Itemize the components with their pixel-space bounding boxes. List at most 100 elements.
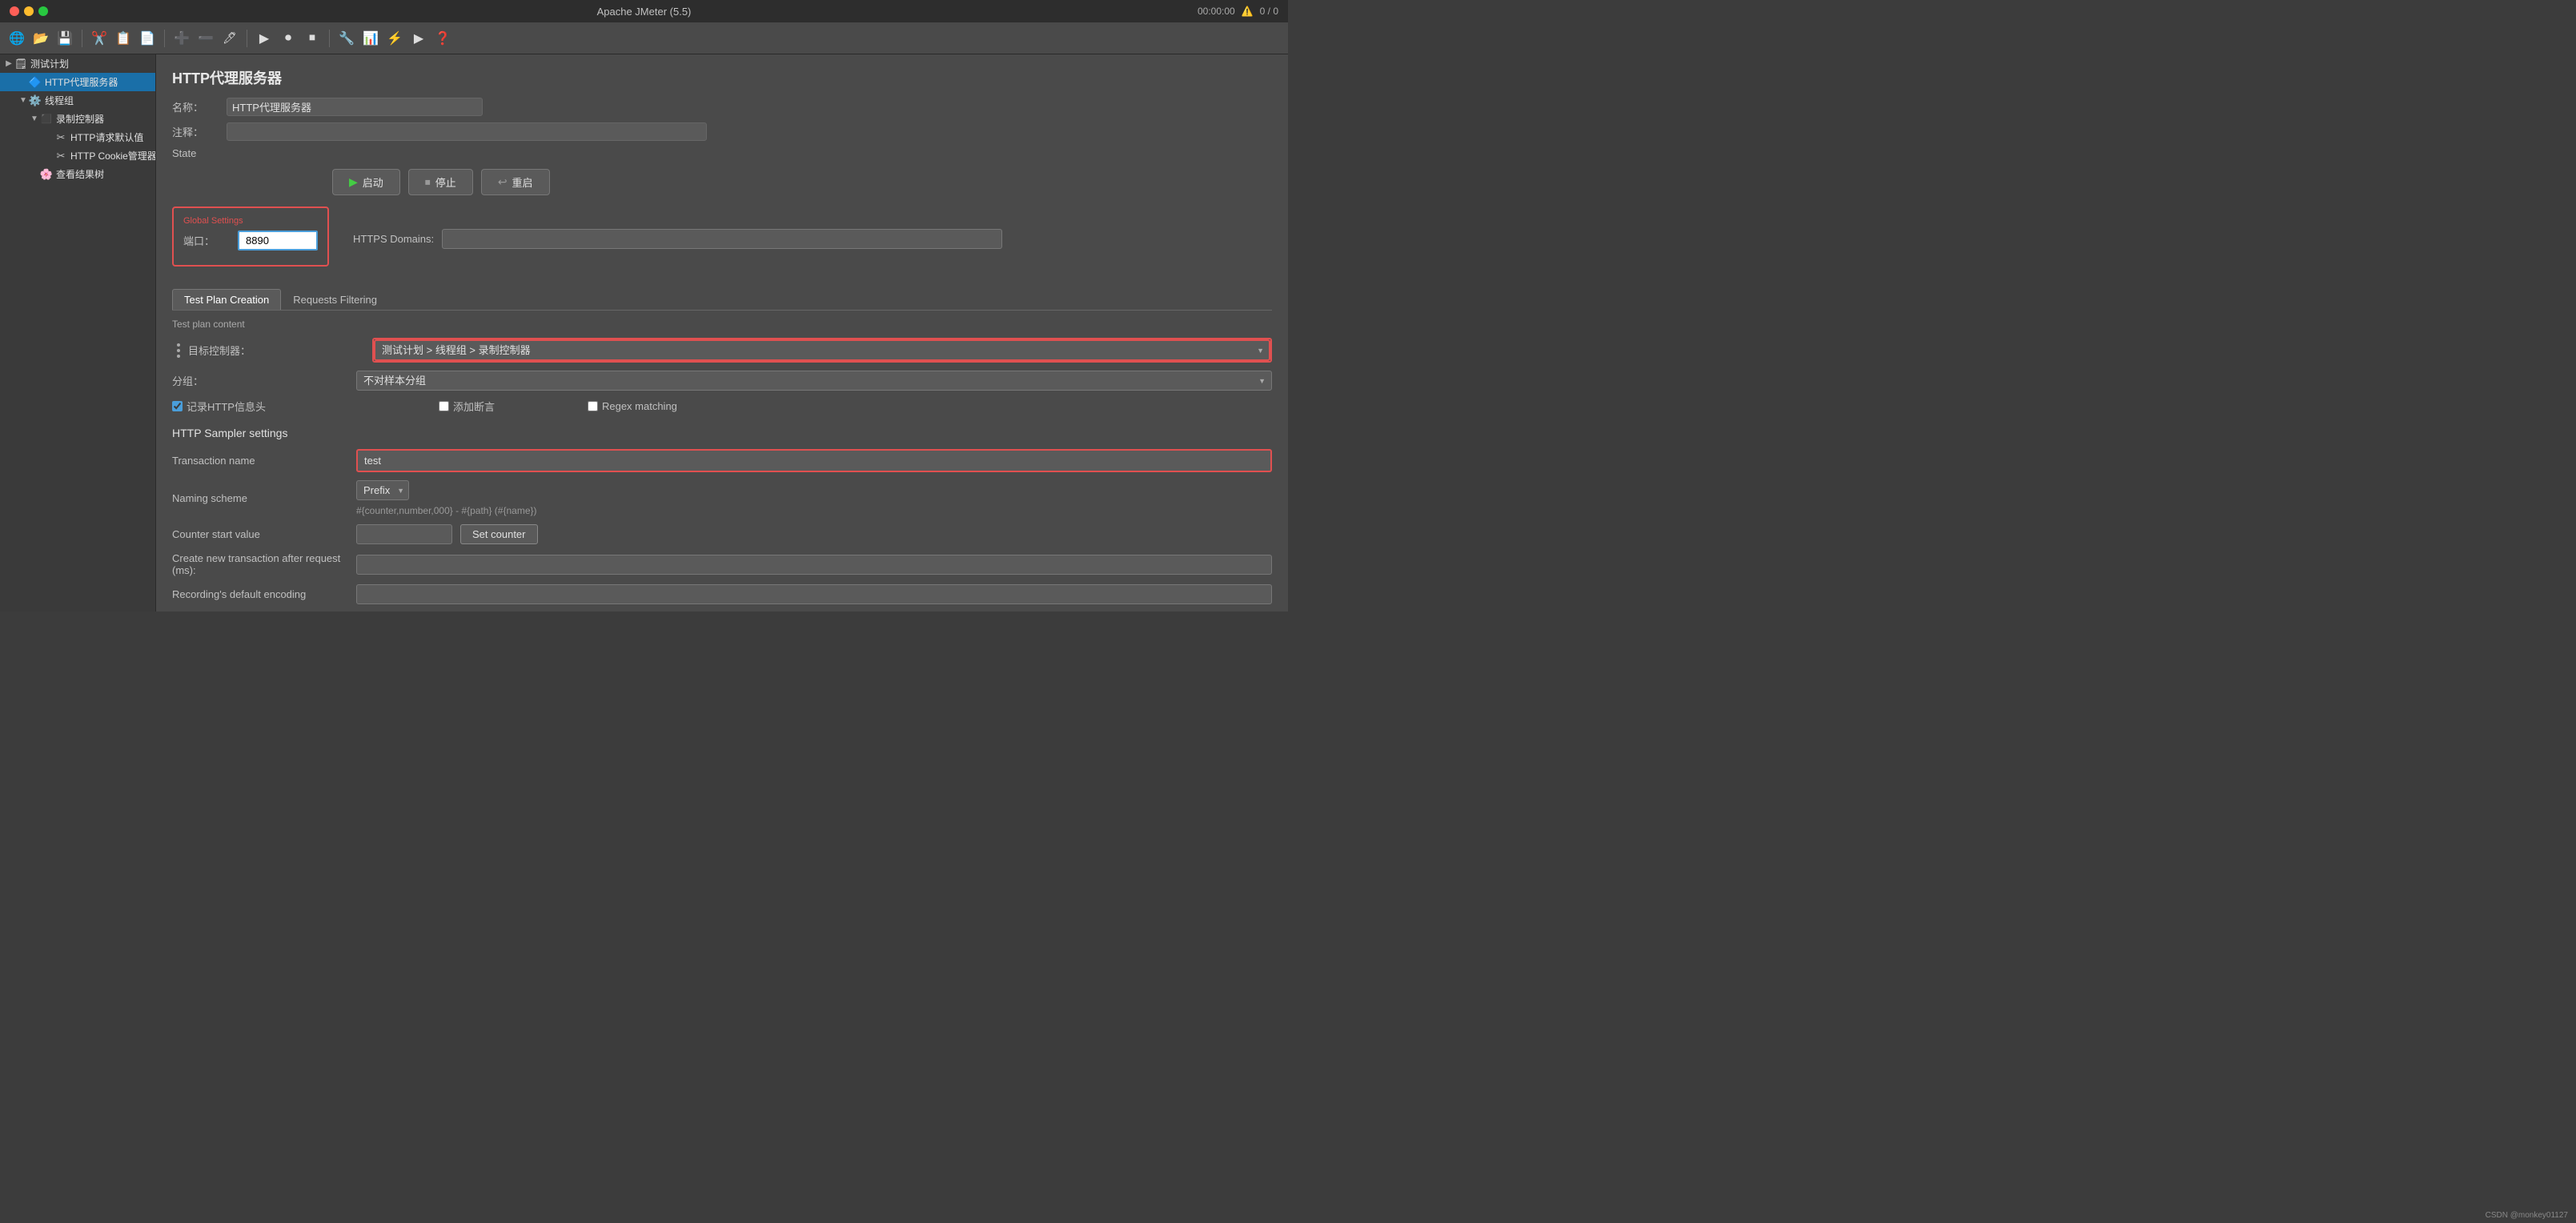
regex-matching-item: Regex matching: [588, 400, 677, 412]
sidebar-label-view-results: 查看结果树: [56, 167, 104, 181]
main-layout: ▶ 🗒 测试计划 🔷 HTTP代理服务器 ▼ ⚙️ 线程组 ▼ ⬛ 录制控制器 …: [0, 54, 1288, 612]
toolbar-icon-paste[interactable]: 📄: [137, 28, 158, 49]
close-button[interactable]: [10, 6, 19, 16]
global-settings-box: Global Settings 端口：: [172, 207, 329, 267]
tree-arrow-recording-ctrl: ▼: [29, 114, 40, 125]
toolbar-icon-record[interactable]: ⏺: [278, 28, 299, 49]
record-http-header-item: 记录HTTP信息头: [172, 399, 266, 414]
port-row: 端口：: [183, 231, 318, 251]
page-title: HTTP代理服务器: [172, 67, 1272, 88]
https-input[interactable]: [442, 229, 1002, 249]
tree-arrow-test-plan: ▶: [3, 58, 14, 70]
tab-bar: Test Plan Creation Requests Filtering: [172, 289, 1272, 311]
toolbar-separator-2: [164, 30, 165, 47]
window-title: Apache JMeter (5.5): [597, 6, 692, 18]
state-label: State: [172, 147, 196, 159]
toolbar-icon-tool4[interactable]: ▶: [408, 28, 429, 49]
transaction-name-input[interactable]: [356, 449, 1272, 472]
toolbar-icon-open[interactable]: 📂: [30, 28, 51, 49]
toolbar-icon-help[interactable]: ❓: [432, 28, 453, 49]
time-area: 00:00:00 ⚠️ 0 / 0: [1198, 6, 1278, 17]
sidebar-label-http-proxy: HTTP代理服务器: [45, 75, 118, 89]
sidebar-item-view-results[interactable]: 🌸 查看结果树: [0, 165, 155, 183]
elapsed-time: 00:00:00: [1198, 6, 1235, 17]
set-counter-button[interactable]: Set counter: [460, 524, 538, 544]
warning-icon: ⚠️: [1242, 6, 1254, 17]
drag-handle[interactable]: [172, 343, 185, 358]
global-settings-title: Global Settings: [183, 216, 318, 226]
sidebar-label-recording-ctrl: 录制控制器: [56, 112, 104, 126]
record-http-header-checkbox[interactable]: [172, 401, 183, 411]
minimize-button[interactable]: [24, 6, 34, 16]
toolbar-separator-4: [329, 30, 330, 47]
test-plan-icon: 🗒: [14, 58, 27, 70]
toolbar-icon-edit[interactable]: 🖊: [219, 28, 240, 49]
sidebar-item-http-defaults[interactable]: ✂ HTTP请求默认值: [0, 128, 155, 146]
name-input[interactable]: [227, 98, 483, 116]
toolbar-icon-remove[interactable]: ➖: [195, 28, 216, 49]
recording-ctrl-icon: ⬛: [40, 113, 53, 126]
state-buttons: ▶ 启动 ⏹ 停止 ↩ 重启: [332, 169, 1272, 195]
toolbar-icon-tool1[interactable]: 🔧: [336, 28, 357, 49]
regex-matching-checkbox[interactable]: [588, 401, 598, 411]
encoding-row: Recording's default encoding: [172, 584, 1272, 604]
toolbar-icon-cut[interactable]: ✂️: [89, 28, 110, 49]
toolbar-icon-stop[interactable]: ⏹: [302, 28, 323, 49]
toolbar-icon-save[interactable]: 💾: [54, 28, 75, 49]
add-assertion-label: 添加断言: [453, 399, 495, 414]
sidebar-item-recording-ctrl[interactable]: ▼ ⬛ 录制控制器: [0, 110, 155, 128]
target-controller-select[interactable]: 测试计划 > 线程组 > 录制控制器: [374, 339, 1270, 361]
comment-label: 注释：: [172, 124, 220, 139]
encoding-label: Recording's default encoding: [172, 588, 348, 600]
regex-matching-label: Regex matching: [602, 400, 677, 412]
comment-input[interactable]: [227, 122, 707, 141]
transaction-name-label: Transaction name: [172, 455, 348, 467]
sidebar-item-http-proxy[interactable]: 🔷 HTTP代理服务器: [0, 73, 155, 91]
content-area: HTTP代理服务器 名称： 注释： State ▶ 启动 ⏹ 停止: [156, 54, 1288, 612]
tab-requests-filtering[interactable]: Requests Filtering: [281, 289, 389, 310]
toolbar: 🌐 📂 💾 ✂️ 📋 📄 ➕ ➖ 🖊 ▶ ⏺ ⏹ 🔧 📊 ⚡ ▶ ❓: [0, 22, 1288, 54]
naming-scheme-select[interactable]: Prefix: [356, 480, 409, 500]
http-cookie-icon: ✂: [54, 150, 67, 162]
toolbar-icon-globe[interactable]: 🌐: [6, 28, 27, 49]
stop-button[interactable]: ⏹ 停止: [408, 169, 473, 195]
toolbar-icon-tool3[interactable]: ⚡: [384, 28, 405, 49]
encoding-input[interactable]: [356, 584, 1272, 604]
sidebar: ▶ 🗒 测试计划 🔷 HTTP代理服务器 ▼ ⚙️ 线程组 ▼ ⬛ 录制控制器 …: [0, 54, 156, 612]
sidebar-item-test-plan[interactable]: ▶ 🗒 测试计划: [0, 54, 155, 73]
name-label: 名称：: [172, 99, 220, 114]
sidebar-label-test-plan: 测试计划: [30, 57, 69, 70]
toolbar-icon-run[interactable]: ▶: [254, 28, 275, 49]
error-count: 0 / 0: [1260, 6, 1278, 17]
sidebar-item-thread-group[interactable]: ▼ ⚙️ 线程组: [0, 91, 155, 110]
https-label: HTTPS Domains:: [353, 233, 434, 245]
sampler-section: HTTP Sampler settings Transaction name N…: [172, 427, 1272, 612]
start-icon: ▶: [349, 175, 358, 189]
tree-arrow-view-results: [29, 169, 40, 180]
add-assertion-checkbox[interactable]: [439, 401, 449, 411]
toolbar-icon-add[interactable]: ➕: [171, 28, 192, 49]
http-defaults-icon: ✂: [54, 131, 67, 144]
toolbar-icon-copy[interactable]: 📋: [113, 28, 134, 49]
port-input[interactable]: [238, 231, 318, 251]
naming-scheme-label: Naming scheme: [172, 492, 348, 504]
test-plan-content-label: Test plan content: [172, 319, 1272, 330]
footer-text: CSDN @monkey01127: [2486, 1211, 2568, 1220]
maximize-button[interactable]: [38, 6, 48, 16]
counter-start-row: Counter start value Set counter: [172, 524, 1272, 544]
tab-test-plan-creation[interactable]: Test Plan Creation: [172, 289, 281, 310]
sidebar-item-http-cookie[interactable]: ✂ HTTP Cookie管理器: [0, 146, 155, 165]
counter-start-input[interactable]: [356, 524, 452, 544]
grouping-label: 分组：: [172, 373, 348, 388]
port-label: 端口：: [183, 233, 231, 248]
grouping-select[interactable]: 不对样本分组: [356, 371, 1272, 391]
traffic-lights: [10, 6, 48, 16]
stop-icon: ⏹: [425, 175, 431, 189]
toolbar-icon-tool2[interactable]: 📊: [360, 28, 381, 49]
restart-button[interactable]: ↩ 重启: [481, 169, 550, 195]
transaction-name-row: Transaction name: [172, 449, 1272, 472]
tree-arrow-http-defaults: [43, 132, 54, 143]
create-transaction-input[interactable]: [356, 555, 1272, 575]
start-button[interactable]: ▶ 启动: [332, 169, 400, 195]
http-proxy-icon: 🔷: [29, 76, 42, 89]
